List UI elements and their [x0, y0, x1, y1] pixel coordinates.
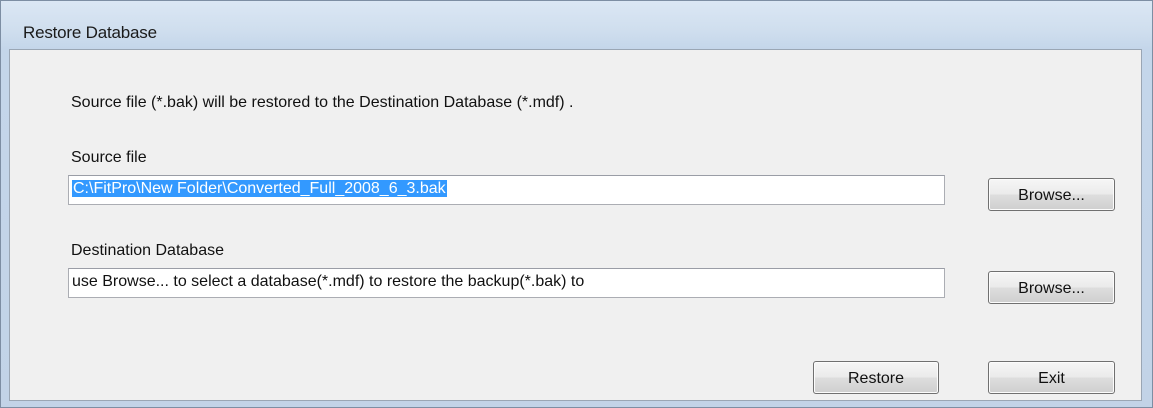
destination-database-value: use Browse... to select a database(*.mdf…: [72, 273, 585, 290]
destination-database-label: Destination Database: [71, 242, 224, 259]
restore-button[interactable]: Restore: [813, 361, 939, 394]
source-file-value: C:\FitPro\New Folder\Converted_Full_2008…: [72, 180, 447, 197]
dialog-client-area: Source file (*.bak) will be restored to …: [9, 49, 1142, 401]
restore-database-window: Restore Database Source file (*.bak) wil…: [0, 0, 1153, 408]
destination-browse-button[interactable]: Browse...: [988, 271, 1115, 304]
description-text: Source file (*.bak) will be restored to …: [71, 94, 574, 111]
window-title: Restore Database: [23, 23, 157, 42]
exit-button[interactable]: Exit: [988, 361, 1115, 394]
source-file-input[interactable]: C:\FitPro\New Folder\Converted_Full_2008…: [68, 175, 945, 205]
destination-database-input[interactable]: use Browse... to select a database(*.mdf…: [68, 268, 945, 298]
source-browse-button[interactable]: Browse...: [988, 178, 1115, 211]
source-file-label: Source file: [71, 149, 147, 166]
title-bar[interactable]: Restore Database: [1, 1, 1152, 49]
